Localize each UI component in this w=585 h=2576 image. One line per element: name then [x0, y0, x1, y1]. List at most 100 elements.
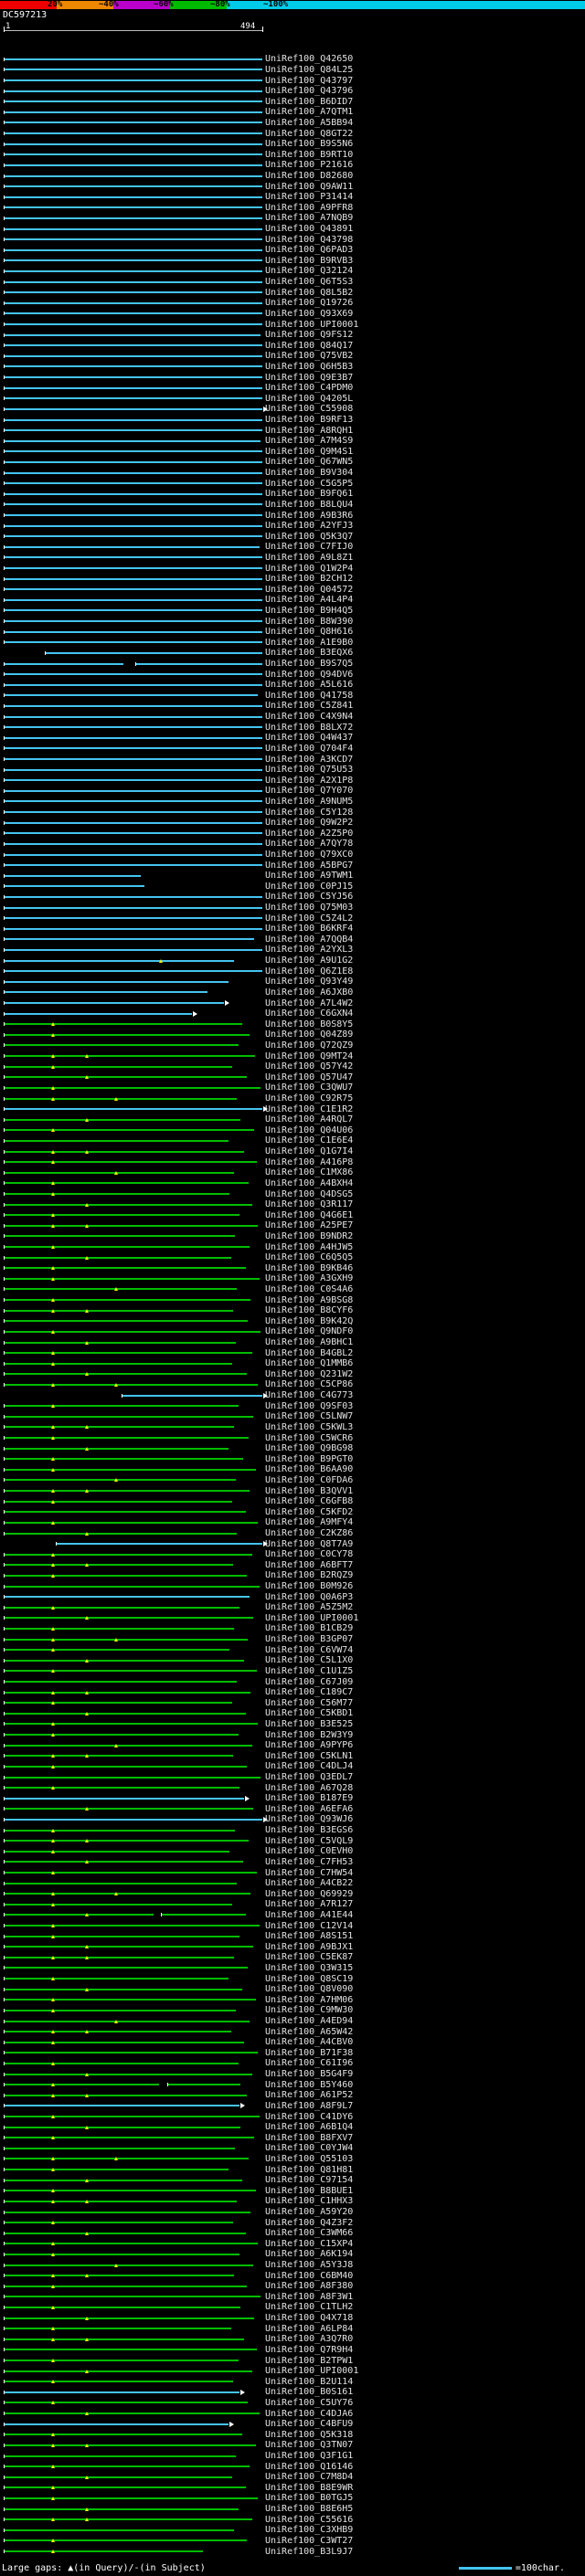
- hit-label: UniRef100_B2U114: [265, 2376, 354, 2387]
- segment-start-tick: [4, 597, 5, 602]
- hit-row: UniRef100_A9U1G2: [0, 955, 585, 966]
- gap-marker-icon: [50, 1192, 55, 1196]
- hit-plot: [0, 1899, 265, 1910]
- hit-plot: [0, 1751, 265, 1762]
- hit-segment: [4, 1893, 251, 1895]
- hit-label: UniRef100_C2KZ86: [265, 1528, 354, 1538]
- hit-row: UniRef100_B8CYF6: [0, 1305, 585, 1316]
- hit-row: UniRef100_Q9SF03: [0, 1400, 585, 1411]
- hit-segment: [4, 2105, 239, 2107]
- hit-row: UniRef100_Q72QZ9: [0, 1040, 585, 1051]
- hit-plot: [0, 2430, 265, 2441]
- hit-label: UniRef100_B9V304: [265, 468, 354, 479]
- gap-marker-icon: [85, 1860, 90, 1864]
- hit-label: UniRef100_C61I96: [265, 2058, 354, 2069]
- segment-start-tick: [4, 746, 5, 751]
- gap-marker-icon: [85, 1202, 90, 1207]
- hit-label: UniRef100_B2CH12: [265, 574, 354, 585]
- hit-row: UniRef100_B3QVV1: [0, 1485, 585, 1496]
- segment-start-tick: [4, 1849, 5, 1853]
- gap-marker-icon: [50, 2252, 55, 2256]
- hit-plot: [0, 319, 265, 330]
- hit-plot: [0, 1846, 265, 1857]
- hit-segment: [4, 1012, 193, 1015]
- hit-segment: [4, 1320, 248, 1323]
- segment-start-tick: [4, 884, 5, 889]
- hit-plot: [0, 1241, 265, 1252]
- hit-row: UniRef100_Q1G7I4: [0, 1146, 585, 1157]
- hit-row: UniRef100_Q7R9H4: [0, 2345, 585, 2356]
- hit-segment: [4, 588, 262, 591]
- hit-segment: [4, 1840, 250, 1842]
- hit-segment: [4, 1808, 253, 1811]
- hit-segment: [4, 1925, 260, 1927]
- hit-plot: [0, 2239, 265, 2250]
- hit-label: UniRef100_Q94DV6: [265, 669, 354, 680]
- segment-start-tick: [4, 2465, 5, 2469]
- hit-segment: [4, 567, 262, 570]
- hit-segment: [4, 970, 262, 973]
- hit-segment: [4, 927, 262, 930]
- hit-label: UniRef100_A5BPG7: [265, 860, 354, 871]
- hit-plot: [0, 394, 265, 405]
- hit-plot: [0, 1888, 265, 1899]
- hit-label: UniRef100_C0YJW4: [265, 2143, 354, 2154]
- hit-segment: [4, 312, 262, 315]
- hit-row: UniRef100_C6BM40: [0, 2270, 585, 2281]
- hit-label: UniRef100_B6AA90: [265, 1464, 354, 1475]
- segment-start-tick: [4, 2146, 5, 2150]
- hit-label: UniRef100_Q75U53: [265, 765, 354, 776]
- gap-marker-icon: [50, 2380, 55, 2384]
- hit-label: UniRef100_Q72QZ9: [265, 1040, 354, 1050]
- segment-start-tick: [4, 385, 5, 390]
- hit-label: UniRef100_Q79XC0: [265, 850, 354, 860]
- gap-marker-icon: [50, 1128, 55, 1133]
- hit-segment: [4, 630, 262, 633]
- hit-plot: [0, 712, 265, 723]
- hit-segment: [4, 1341, 237, 1344]
- scale-label-40: ~40%: [99, 0, 119, 9]
- hit-label: UniRef100_C5Y128: [265, 807, 354, 818]
- hit-label: UniRef100_Q04572: [265, 584, 354, 595]
- gap-marker-icon: [50, 2030, 55, 2034]
- hit-label: UniRef100_Q84Q17: [265, 340, 354, 351]
- segment-start-tick: [4, 1414, 5, 1419]
- hit-plot: [0, 1199, 265, 1210]
- hit-label: UniRef100_C0PJ15: [265, 881, 354, 892]
- hit-row: UniRef100_Q8L5B2: [0, 287, 585, 298]
- segment-start-tick: [4, 1520, 5, 1525]
- gap-marker-icon: [85, 2030, 90, 2034]
- gap-marker-icon: [50, 1457, 55, 1462]
- hit-row: UniRef100_B6KRF4: [0, 924, 585, 934]
- hit-row: UniRef100_C5CP86: [0, 1379, 585, 1390]
- hit-row: UniRef100_C0S4A6: [0, 1284, 585, 1295]
- hit-plot: [0, 2217, 265, 2228]
- segment-start-tick: [4, 2189, 5, 2193]
- hit-label: UniRef100_C9MW30: [265, 2005, 354, 2016]
- hit-plot: [0, 913, 265, 924]
- hit-row: UniRef100_A7R127: [0, 1899, 585, 1910]
- hit-label: UniRef100_C5KWL3: [265, 1421, 354, 1432]
- hit-row: UniRef100_B9KB46: [0, 1262, 585, 1273]
- segment-start-tick: [4, 693, 5, 698]
- hit-row: UniRef100_C1U1Z5: [0, 1666, 585, 1677]
- hit-row: UniRef100_B8E9WR: [0, 2483, 585, 2494]
- hit-segment: [4, 429, 262, 432]
- hit-plot: [0, 998, 265, 1008]
- hit-label: UniRef100_A61P52: [265, 2090, 354, 2101]
- hit-plot: [0, 2069, 265, 2080]
- segment-start-tick: [4, 1711, 5, 1716]
- hit-plot: [0, 2270, 265, 2281]
- gap-marker-icon: [50, 1520, 55, 1525]
- hit-row: UniRef100_Q04Z89: [0, 1029, 585, 1040]
- hit-row: UniRef100_C5G5P5: [0, 478, 585, 489]
- hit-plot: [0, 818, 265, 829]
- hit-label: UniRef100_Q41758: [265, 690, 354, 701]
- segment-start-tick: [4, 990, 5, 995]
- hit-segment: [4, 291, 262, 294]
- segment-start-tick: [4, 110, 5, 114]
- hit-row: UniRef100_A5L616: [0, 680, 585, 691]
- hit-label: UniRef100_B8W390: [265, 616, 354, 627]
- hit-segment: [4, 2349, 258, 2351]
- hit-row: UniRef100_A25PE7: [0, 1220, 585, 1231]
